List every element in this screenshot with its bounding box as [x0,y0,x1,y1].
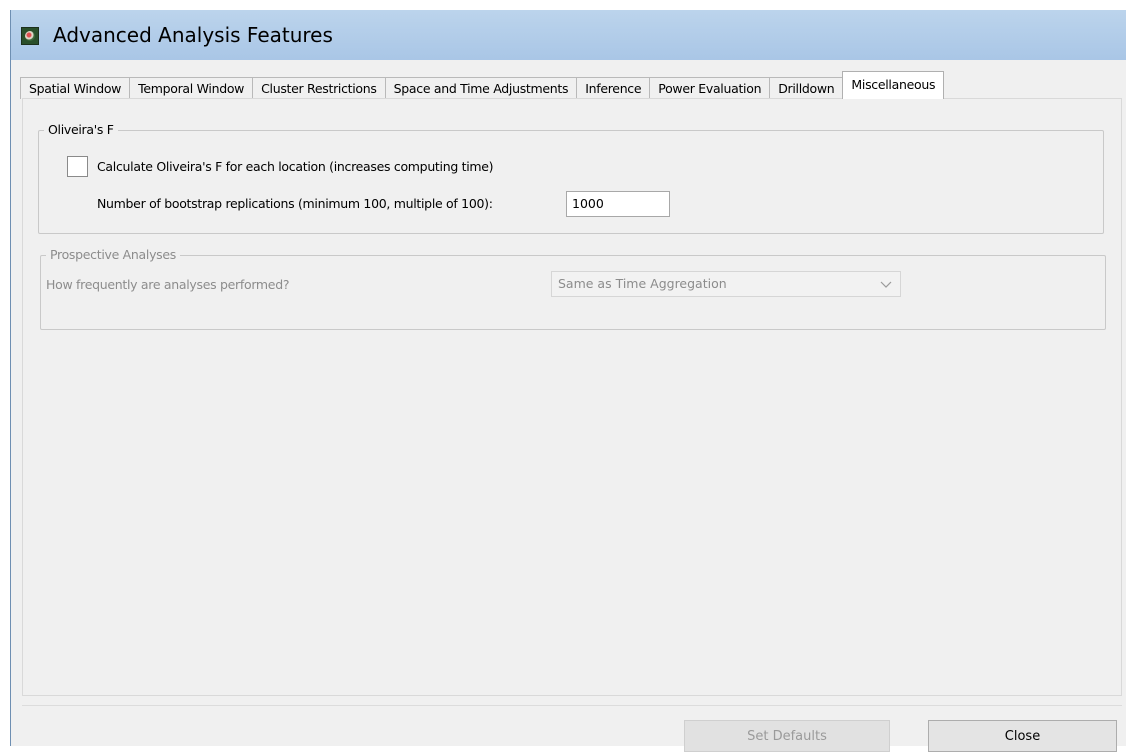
tab-spatial-window[interactable]: Spatial Window [20,77,131,99]
analysis-frequency-select[interactable]: Same as Time Aggregation [551,271,901,297]
title-bar[interactable]: Advanced Analysis Features [11,10,1126,60]
dialog-content: Spatial Window Temporal Window Cluster R… [11,60,1126,752]
tab-miscellaneous[interactable]: Miscellaneous [842,71,945,99]
set-defaults-button[interactable]: Set Defaults [684,720,890,752]
oliveiras-f-group: Oliveira's F Calculate Oliveira's F for … [38,122,1104,234]
bootstrap-replications-input[interactable]: 1000 [566,191,670,217]
calculate-oliveiras-f-checkbox[interactable] [67,156,88,177]
tab-temporal-window[interactable]: Temporal Window [129,77,254,99]
tab-strip: Spatial Window Temporal Window Cluster R… [20,71,945,99]
tab-power-evaluation[interactable]: Power Evaluation [649,77,771,99]
bootstrap-replications-label: Number of bootstrap replications (minimu… [97,196,493,211]
window-title: Advanced Analysis Features [53,23,333,47]
tab-inference[interactable]: Inference [576,77,651,99]
footer-divider [22,705,1122,706]
oliveiras-f-group-label: Oliveira's F [44,122,118,137]
analysis-frequency-label: How frequently are analyses performed? [46,277,290,292]
tab-cluster-restrictions[interactable]: Cluster Restrictions [252,77,386,99]
tab-drilldown[interactable]: Drilldown [769,77,844,99]
chevron-down-icon [880,281,892,288]
miscellaneous-panel: Oliveira's F Calculate Oliveira's F for … [22,98,1122,696]
prospective-analyses-group: Prospective Analyses How frequently are … [40,247,1106,330]
tab-space-and-time-adjustments[interactable]: Space and Time Adjustments [384,77,578,99]
app-icon [21,27,39,45]
calculate-oliveiras-f-label: Calculate Oliveira's F for each location… [97,159,494,174]
prospective-analyses-group-label: Prospective Analyses [46,247,180,262]
advanced-analysis-window: Advanced Analysis Features Spatial Windo… [10,10,1126,752]
analysis-frequency-selected-value: Same as Time Aggregation [558,276,727,291]
close-button[interactable]: Close [928,720,1117,752]
